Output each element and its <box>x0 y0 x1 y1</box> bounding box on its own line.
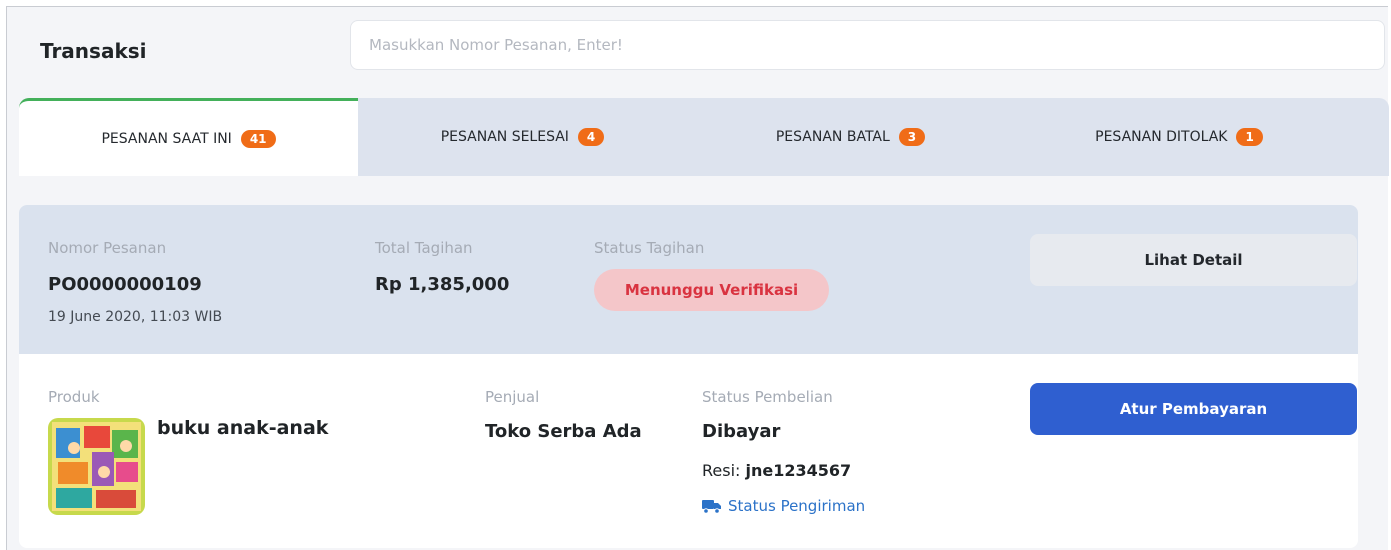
seller-name[interactable]: Toko Serba Ada <box>485 421 642 442</box>
tab-cancelled-orders[interactable]: PESANAN BATAL 3 <box>687 98 1014 176</box>
total-bill: Rp 1,385,000 <box>375 274 510 295</box>
tab-label: PESANAN BATAL <box>775 129 890 145</box>
tab-count-badge: 3 <box>898 128 926 146</box>
shipping-status-label: Status Pengiriman <box>728 497 866 515</box>
purchase-status: Dibayar <box>702 421 781 442</box>
page-title: Transaksi <box>40 39 147 63</box>
tab-rejected-orders[interactable]: PESANAN DITOLAK 1 <box>1014 98 1344 176</box>
truck-icon <box>702 500 721 514</box>
tab-label: PESANAN SELESAI <box>440 129 569 145</box>
order-number-label: Nomor Pesanan <box>48 239 167 257</box>
order-card: Nomor Pesanan PO0000000109 19 June 2020,… <box>19 205 1358 548</box>
tab-count-badge: 4 <box>577 128 605 146</box>
order-summary: Nomor Pesanan PO0000000109 19 June 2020,… <box>19 205 1358 354</box>
shipping-status-link[interactable]: Status Pengiriman <box>702 497 865 515</box>
tracking-number: Resi: jne1234567 <box>702 461 851 480</box>
tab-count-badge: 41 <box>240 129 276 148</box>
status-badge: Menunggu Verifikasi <box>594 269 829 311</box>
tracking-value: jne1234567 <box>745 461 852 480</box>
order-date: 19 June 2020, 11:03 WIB <box>48 309 223 325</box>
tab-current-orders[interactable]: PESANAN SAAT INI 41 <box>19 98 358 176</box>
seller-label: Penjual <box>485 388 540 406</box>
tab-label: PESANAN SAAT INI <box>101 130 232 147</box>
product-label: Produk <box>48 388 100 406</box>
order-number: PO0000000109 <box>48 274 202 295</box>
tab-label: PESANAN DITOLAK <box>1095 129 1228 145</box>
tab-completed-orders[interactable]: PESANAN SELESAI 4 <box>358 98 687 176</box>
transaction-panel: Transaksi PESANAN SAAT INI 41 PESANAN SE… <box>6 6 1389 550</box>
product-thumbnail[interactable] <box>48 418 145 515</box>
tracking-label: Resi: <box>702 461 741 480</box>
tab-bar: PESANAN SAAT INI 41 PESANAN SELESAI 4 PE… <box>19 98 1389 176</box>
total-bill-label: Total Tagihan <box>375 239 473 257</box>
product-name[interactable]: buku anak-anak <box>157 417 328 439</box>
view-detail-button[interactable]: Lihat Detail <box>1030 234 1357 286</box>
bill-status-label: Status Tagihan <box>594 239 705 257</box>
purchase-status-label: Status Pembelian <box>702 388 833 406</box>
tab-count-badge: 1 <box>1236 128 1263 146</box>
search-input[interactable] <box>350 20 1385 70</box>
manage-payment-button[interactable]: Atur Pembayaran <box>1030 383 1357 435</box>
